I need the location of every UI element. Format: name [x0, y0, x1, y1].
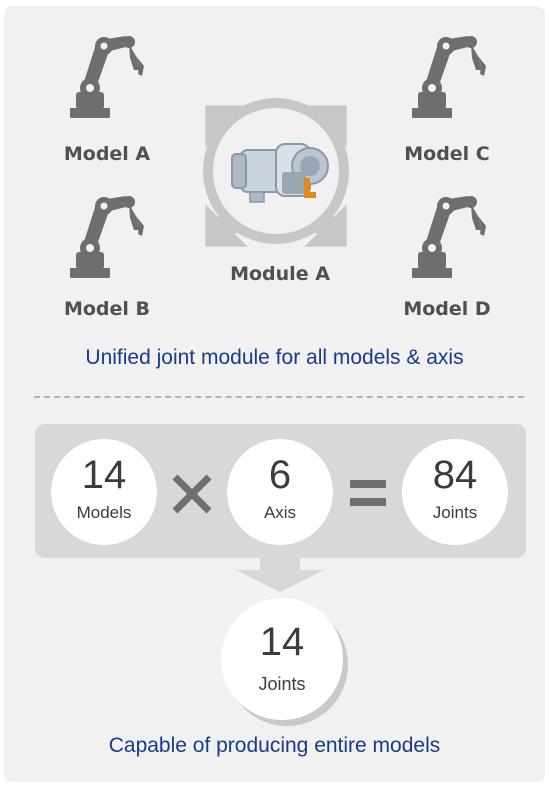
section-divider — [34, 396, 524, 398]
model-b-label: Model B — [63, 298, 151, 320]
result-joints-value: 14 — [259, 620, 305, 664]
robot-arm-icon — [70, 36, 144, 118]
joints-total-unit: Joints — [432, 503, 478, 522]
axis-count-circle: 6 Axis — [227, 439, 333, 545]
top-tagline: Unified joint module for all models & ax… — [85, 346, 464, 369]
models-count-unit: Models — [76, 503, 132, 522]
model-a-label: Model A — [63, 143, 151, 165]
multiply-icon — [172, 474, 212, 514]
result-joints-circle: 14 Joints — [221, 598, 343, 720]
result-joints-unit: Joints — [258, 674, 306, 694]
robot-arm-icon — [412, 36, 486, 118]
bottom-caption: Capable of producing entire models — [108, 734, 441, 757]
joint-module-icon — [231, 143, 329, 203]
down-arrow-icon — [236, 556, 324, 592]
equals-icon — [350, 480, 386, 506]
joints-total-circle: 84 Joints — [402, 439, 508, 545]
axis-count-unit: Axis — [263, 503, 297, 522]
robot-arm-icon — [412, 196, 486, 278]
models-count-value: 14 — [81, 453, 127, 497]
robot-arm-icon — [70, 196, 144, 278]
joints-total-value: 84 — [432, 453, 478, 497]
module-a-label: Module A — [230, 263, 330, 285]
model-d-label: Model D — [403, 298, 491, 320]
axis-count-value: 6 — [268, 453, 292, 497]
models-count-circle: 14 Models — [51, 439, 157, 545]
model-c-label: Model C — [404, 143, 490, 165]
